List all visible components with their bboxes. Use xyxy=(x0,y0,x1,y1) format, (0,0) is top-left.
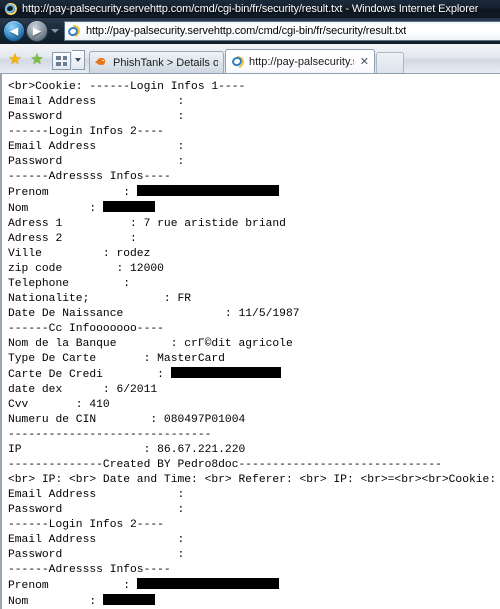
document-line: Prenom : xyxy=(8,185,279,199)
document-line-text: Nom : xyxy=(8,596,103,608)
document-line: Password : xyxy=(8,549,185,561)
document-line: Nom : xyxy=(8,201,155,215)
new-tab-button[interactable] xyxy=(376,52,404,73)
tab-label: http://pay-palsecurity.s... xyxy=(249,55,354,68)
document-line: Email Address : xyxy=(8,96,185,108)
address-input[interactable]: http://pay-palsecurity.servehttp.com/cmd… xyxy=(86,25,406,37)
document-line: ------Login Infos 2---- xyxy=(8,519,164,531)
close-icon[interactable]: ✕ xyxy=(360,55,369,68)
document-line: Adress 1 : 7 rue aristide briand xyxy=(8,218,286,230)
redaction-bar xyxy=(136,578,279,589)
document-line-text: Prenom : xyxy=(8,187,137,199)
redaction-bar xyxy=(102,594,155,605)
browser-window: http://pay-palsecurity.servehttp.com/cmd… xyxy=(0,0,500,609)
document-line-text: Prenom : xyxy=(8,580,137,592)
grid-cell-icon xyxy=(62,62,67,66)
chevron-down-icon xyxy=(51,29,59,33)
tab-list-button[interactable] xyxy=(72,50,85,70)
grid-cell-icon xyxy=(56,56,61,60)
document-line: --------------Created BY Pedro8doc------… xyxy=(8,459,442,471)
document-line: Password : xyxy=(8,156,185,168)
add-to-favorites-button[interactable]: ★ xyxy=(26,46,48,72)
tab-phishtank[interactable]: PhishTank > Details on sus... xyxy=(89,51,224,73)
document-line: Ville : rodez xyxy=(8,248,151,260)
document-line: ------Adressss Infos---- xyxy=(8,171,171,183)
document-line: ------------------------------ xyxy=(8,429,212,441)
favorites-center-button[interactable]: ★ xyxy=(4,46,26,72)
recent-pages-dropdown-button[interactable] xyxy=(49,21,61,41)
page-content-area: <br>Cookie: ------Login Infos 1---- Emai… xyxy=(0,74,500,609)
forward-arrow-icon: ▶ xyxy=(32,24,42,38)
quick-tabs-button[interactable] xyxy=(52,52,71,70)
document-line: Prenom : xyxy=(8,578,279,592)
redaction-bar xyxy=(136,185,279,196)
plain-text-document: <br>Cookie: ------Login Infos 1---- Emai… xyxy=(8,80,500,609)
document-line: Type De Carte : MasterCard xyxy=(8,353,225,365)
tab-result-txt[interactable]: http://pay-palsecurity.s... ✕ xyxy=(225,49,375,73)
document-line: Password : xyxy=(8,111,185,123)
page-favicon-icon xyxy=(65,22,83,40)
internet-explorer-icon xyxy=(2,0,20,17)
document-line: Adress 2 : xyxy=(8,233,137,245)
document-line: <br>Cookie: ------Login Infos 1---- xyxy=(8,81,246,93)
document-line: Email Address : xyxy=(8,534,185,546)
star-icon: ★ xyxy=(8,49,22,68)
document-line: zip code : 12000 xyxy=(8,263,164,275)
star-plus-icon: ★ xyxy=(30,49,44,68)
phishtank-fish-icon xyxy=(95,56,109,70)
document-line: Password : xyxy=(8,504,185,516)
back-button[interactable]: ◀ xyxy=(3,20,25,42)
document-line: Telephone : xyxy=(8,278,131,290)
document-line: IP : 86.67.221.220 xyxy=(8,444,246,456)
document-line: Nom : xyxy=(8,594,155,608)
document-line: Nationalite; : FR xyxy=(8,293,192,305)
grid-cell-icon xyxy=(56,62,61,66)
grid-cell-icon xyxy=(62,56,67,60)
document-line: Email Address : xyxy=(8,489,185,501)
document-line: ------Login Infos 2---- xyxy=(8,126,164,138)
forward-button[interactable]: ▶ xyxy=(26,20,48,42)
document-line: Date De Naissance : 11/5/1987 xyxy=(8,308,300,320)
document-line: Email Address : xyxy=(8,141,185,153)
back-arrow-icon: ◀ xyxy=(9,24,19,38)
document-line: Nom de la Banque : crΓ©dit agricole xyxy=(8,338,293,350)
internet-explorer-icon xyxy=(229,53,247,70)
document-line-text: Carte De Credi : xyxy=(8,369,171,381)
document-line: <br> IP: <br> Date and Time: <br> Refere… xyxy=(8,474,500,486)
document-line: ------Cc Infooooooo---- xyxy=(8,323,164,335)
window-title: http://pay-palsecurity.servehttp.com/cmd… xyxy=(22,2,479,15)
document-line: Carte De Credi : xyxy=(8,367,281,381)
address-bar[interactable]: http://pay-palsecurity.servehttp.com/cmd… xyxy=(64,21,500,41)
document-line: date dex : 6/2011 xyxy=(8,384,158,396)
document-line: Numeru de CIN : 080497P01004 xyxy=(8,414,246,426)
document-line-text: Nom : xyxy=(8,203,103,215)
redaction-bar xyxy=(170,367,281,378)
tab-label: PhishTank > Details on sus... xyxy=(113,56,218,69)
redaction-bar xyxy=(102,201,155,212)
window-titlebar: http://pay-palsecurity.servehttp.com/cmd… xyxy=(0,0,500,18)
tab-bar: ★ ★ PhishTank > Details on sus... http:/… xyxy=(0,44,500,74)
navigation-bar: ◀ ▶ http://pay-palsecurity.servehttp.com… xyxy=(0,18,500,44)
document-line: ------Adressss Infos---- xyxy=(8,564,171,576)
document-line: Cvv : 410 xyxy=(8,399,110,411)
